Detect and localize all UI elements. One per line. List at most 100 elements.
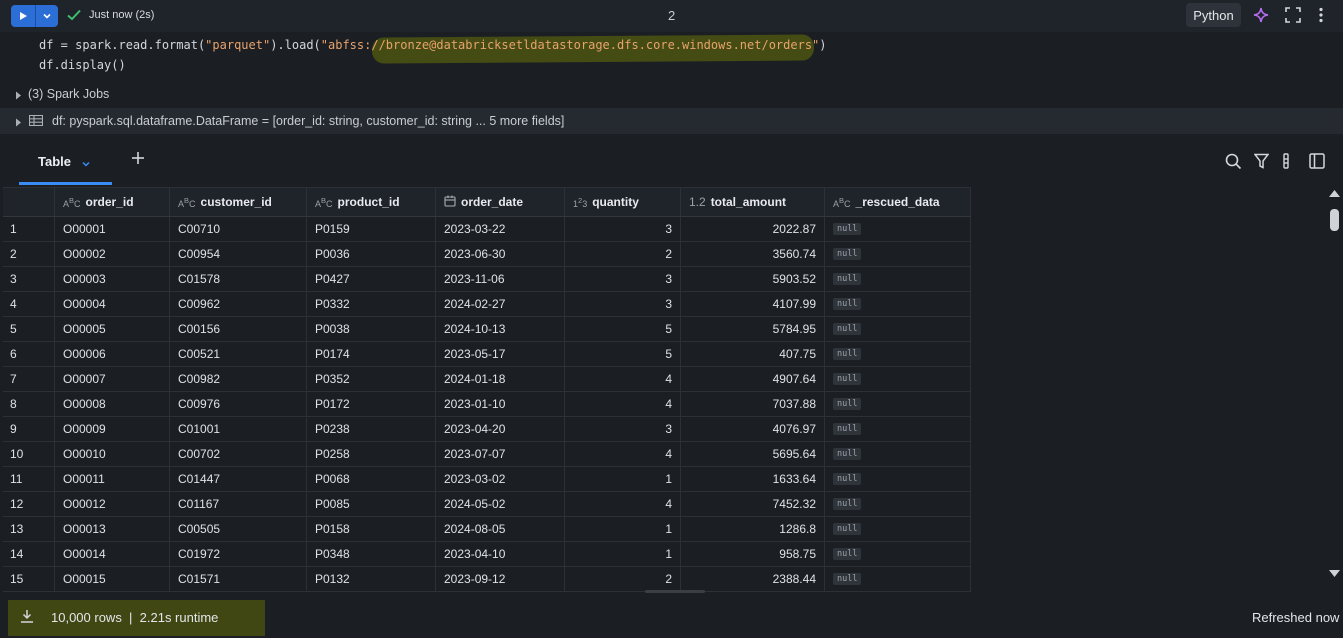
- cell-customer-id: C00710: [170, 217, 307, 241]
- cell-customer-id: C01447: [170, 467, 307, 491]
- table-row[interactable]: 14 O00014 C01972 P0348 2023-04-10 1 958.75 null: [3, 542, 971, 567]
- cell-quantity: 3: [565, 217, 681, 241]
- column-header-order-date[interactable]: order_date: [436, 188, 565, 216]
- download-icon[interactable]: [20, 609, 34, 626]
- cell-product-id: P0132: [307, 567, 436, 591]
- cell-order-date: 2023-04-20: [436, 417, 565, 441]
- column-header-total-amount[interactable]: 1.2 total_amount: [681, 188, 825, 216]
- table-row[interactable]: 13 O00013 C00505 P0158 2024-08-05 1 1286.8 null: [3, 517, 971, 542]
- cell-total-amount: 3560.74: [681, 242, 825, 266]
- cell-quantity: 4: [565, 392, 681, 416]
- filter-icon[interactable]: [1253, 153, 1270, 172]
- cell-quantity: 3: [565, 292, 681, 316]
- table-row[interactable]: 1 O00001 C00710 P0159 2023-03-22 3 2022.87 null: [3, 217, 971, 242]
- spark-jobs-toggle[interactable]: (3) Spark Jobs: [0, 83, 1343, 107]
- columns-icon[interactable]: [1282, 153, 1290, 172]
- cell-order-id: O00005: [55, 317, 170, 341]
- decimal-type-icon: 1.2: [689, 195, 706, 209]
- table-row[interactable]: 11 O00011 C01447 P0068 2023-03-02 1 1633.64 nul…: [3, 467, 971, 492]
- null-badge: null: [833, 223, 862, 235]
- table-icon: [28, 114, 44, 129]
- tab-table[interactable]: Table: [19, 144, 112, 185]
- table-row[interactable]: 6 O00006 C00521 P0174 2023-05-17 5 407.75 null: [3, 342, 971, 367]
- cell-order-date: 2024-05-02: [436, 492, 565, 516]
- table-row[interactable]: 5 O00005 C00156 P0038 2024-10-13 5 5784.95 null: [3, 317, 971, 342]
- column-header-order-id[interactable]: ABC order_id: [55, 188, 170, 216]
- cell-order-date: 2023-11-06: [436, 267, 565, 291]
- chevron-down-icon[interactable]: [36, 5, 58, 27]
- caret-right-icon: [15, 116, 22, 130]
- cell-quantity: 4: [565, 367, 681, 391]
- cell-total-amount: 1633.64: [681, 467, 825, 491]
- cell-total-amount: 1286.8: [681, 517, 825, 541]
- cell-order-id: O00008: [55, 392, 170, 416]
- cell-order-id: O00013: [55, 517, 170, 541]
- search-icon[interactable]: [1225, 153, 1242, 173]
- cell-total-amount: 5784.95: [681, 317, 825, 341]
- cell-rescued-data: null: [825, 267, 971, 291]
- table-row[interactable]: 4 O00004 C00962 P0332 2024-02-27 3 4107.99 null: [3, 292, 971, 317]
- column-header-customer-id[interactable]: ABC customer_id: [170, 188, 307, 216]
- null-badge: null: [833, 298, 862, 310]
- cell-order-date: 2024-01-18: [436, 367, 565, 391]
- horizontal-scrollbar[interactable]: [645, 590, 705, 593]
- cell-product-id: P0068: [307, 467, 436, 491]
- results-tabbar: Table: [0, 135, 1343, 185]
- add-visualization-icon[interactable]: [131, 151, 145, 168]
- cell-customer-id: C00702: [170, 442, 307, 466]
- cell-quantity: 2: [565, 242, 681, 266]
- cell-order-id: O00006: [55, 342, 170, 366]
- sparkle-icon[interactable]: [1253, 7, 1269, 26]
- table-row[interactable]: 15 O00015 C01571 P0132 2023-09-12 2 2388.44 nul…: [3, 567, 971, 592]
- side-panel-icon[interactable]: [1309, 153, 1325, 172]
- cell-order-id: O00015: [55, 567, 170, 591]
- column-header-rescued-data[interactable]: ABC _rescued_data: [825, 188, 971, 216]
- cell-product-id: P0427: [307, 267, 436, 291]
- cell-product-id: P0158: [307, 517, 436, 541]
- tab-label: Table: [38, 154, 71, 169]
- cell-toolbar: Just now (2s) 2 Python: [0, 0, 1343, 32]
- results-footer: 10,000 rows | 2.21s runtime Refreshed no…: [0, 598, 1343, 638]
- language-button[interactable]: Python: [1186, 3, 1241, 27]
- cell-quantity: 5: [565, 342, 681, 366]
- cell-order-date: 2023-03-22: [436, 217, 565, 241]
- cell-total-amount: 4107.99: [681, 292, 825, 316]
- cell-product-id: P0172: [307, 392, 436, 416]
- row-count-runtime: 10,000 rows | 2.21s runtime: [51, 610, 219, 625]
- table-row[interactable]: 3 O00003 C01578 P0427 2023-11-06 3 5903.52 null: [3, 267, 971, 292]
- cell-order-date: 2024-10-13: [436, 317, 565, 341]
- table-row[interactable]: 2 O00002 C00954 P0036 2023-06-30 2 3560.74 null: [3, 242, 971, 267]
- cell-product-id: P0036: [307, 242, 436, 266]
- table-row[interactable]: 8 O00008 C00976 P0172 2023-01-10 4 7037.88 null: [3, 392, 971, 417]
- vertical-scrollbar[interactable]: [1326, 186, 1343, 584]
- cell-customer-id: C00976: [170, 392, 307, 416]
- null-badge: null: [833, 573, 862, 585]
- expand-icon[interactable]: [1285, 7, 1301, 26]
- more-options-icon[interactable]: [1318, 7, 1324, 26]
- string-type-icon: ABC: [63, 195, 81, 209]
- cell-order-id: O00009: [55, 417, 170, 441]
- cell-quantity: 1: [565, 517, 681, 541]
- chevron-down-icon[interactable]: [81, 157, 91, 172]
- cell-total-amount: 7452.32: [681, 492, 825, 516]
- cell-total-amount: 4076.97: [681, 417, 825, 441]
- dataframe-info-toggle[interactable]: df: pyspark.sql.dataframe.DataFrame = [o…: [0, 108, 1343, 134]
- run-cell-button[interactable]: [11, 5, 58, 27]
- play-icon[interactable]: [11, 5, 36, 27]
- table-row[interactable]: 7 O00007 C00982 P0352 2024-01-18 4 4907.64 null: [3, 367, 971, 392]
- cell-rescued-data: null: [825, 517, 971, 541]
- column-header-quantity[interactable]: 123 quantity: [565, 188, 681, 216]
- row-number: 10: [3, 442, 55, 466]
- code-editor[interactable]: df = spark.read.format("parquet").load("…: [0, 32, 1343, 82]
- table-row[interactable]: 10 O00010 C00702 P0258 2023-07-07 4 5695.64 nul…: [3, 442, 971, 467]
- cell-number: 2: [668, 8, 676, 23]
- table-row[interactable]: 9 O00009 C01001 P0238 2023-04-20 3 4076.97 null: [3, 417, 971, 442]
- cell-order-date: 2023-05-17: [436, 342, 565, 366]
- null-badge: null: [833, 273, 862, 285]
- cell-customer-id: C01167: [170, 492, 307, 516]
- cell-order-date: 2023-06-30: [436, 242, 565, 266]
- cell-quantity: 1: [565, 467, 681, 491]
- scrollbar-thumb[interactable]: [1330, 209, 1339, 231]
- column-header-product-id[interactable]: ABC product_id: [307, 188, 436, 216]
- table-row[interactable]: 12 O00012 C01167 P0085 2024-05-02 4 7452.32 nul…: [3, 492, 971, 517]
